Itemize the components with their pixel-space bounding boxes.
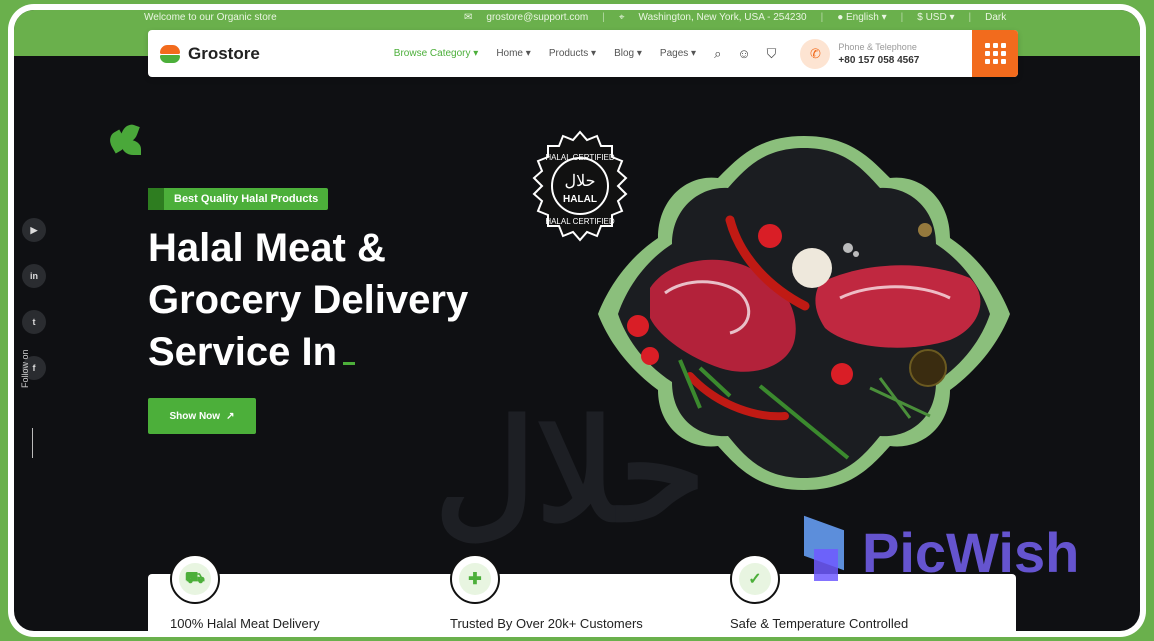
halal-certified-seal: HALAL CERTIFIED حلال HALAL HALAL CERTIFI… (532, 130, 628, 242)
meat-icon: ⛟ (170, 554, 220, 604)
address-text: Washington, New York, USA - 254230 (638, 12, 807, 23)
quality-badge: Best Quality Halal Products (148, 188, 329, 210)
phone-contact[interactable]: ✆ Phone & Telephone +80 157 058 4567 (800, 38, 919, 69)
parsley-leaf-icon (106, 122, 146, 160)
follow-on-label: Follow on (20, 349, 30, 388)
halal-meat-image (598, 136, 1010, 490)
seal-arabic: حلال (564, 171, 595, 190)
email-icon: ✉ (464, 12, 473, 23)
dark-mode-toggle[interactable]: Dark (985, 12, 1006, 23)
headline-line-2: Grocery Delivery (148, 278, 469, 322)
feature-label: Safe & Temperature Controlled (730, 616, 909, 631)
headline-line-3: Service In (148, 326, 568, 378)
feature-label: 100% Halal Meat Delivery (170, 616, 320, 631)
divider: | (968, 12, 972, 23)
picwish-logo-icon (804, 523, 852, 583)
nav-icons: ⌕ ☺ ⛉ (714, 46, 776, 62)
logo[interactable]: Grostore (160, 43, 260, 65)
arrow-icon: ↗ (226, 410, 235, 422)
linkedin-icon[interactable]: in (22, 264, 46, 288)
primary-menu: Browse Category ▾ Home ▾ Products ▾ Blog… (394, 48, 696, 59)
location-icon: ⌖ (618, 12, 625, 23)
picwish-watermark: PicWish (804, 520, 1079, 585)
shop-now-button[interactable]: Show Now ↗ (148, 398, 256, 434)
flag-icon: ● (837, 12, 844, 23)
browser-frame: Welcome to our Organic store ✉ grostore@… (8, 4, 1146, 637)
brand-name: Grostore (188, 43, 260, 63)
divider: | (900, 12, 904, 23)
currency-select[interactable]: $ USD ▾ (917, 12, 954, 23)
seal-top-text: HALAL CERTIFIED (545, 153, 615, 162)
menu-home[interactable]: Home ▾ (496, 48, 531, 59)
grid-menu-button[interactable] (972, 30, 1018, 77)
follow-line (32, 428, 33, 458)
menu-products[interactable]: Products ▾ (549, 48, 596, 59)
phone-number: +80 157 058 4567 (838, 54, 920, 66)
currency-label: $ USD (917, 12, 947, 23)
search-icon[interactable]: ⌕ (714, 46, 721, 62)
user-icon[interactable]: ☺ (737, 46, 750, 62)
welcome-text: Welcome to our Organic store (144, 12, 277, 23)
youtube-icon[interactable]: ▶ (22, 218, 46, 242)
divider: | (602, 12, 605, 23)
cta-label: Show Now (169, 410, 221, 422)
phone-label: Phone & Telephone (838, 41, 917, 52)
logo-icon (160, 43, 182, 65)
page-screen: Welcome to our Organic store ✉ grostore@… (14, 10, 1140, 631)
support-email[interactable]: grostore@support.com (486, 12, 588, 23)
cart-icon[interactable]: ⛉ (767, 46, 777, 62)
shield-icon: ✓ (730, 554, 780, 604)
language-select[interactable]: ● English ▾ (837, 12, 886, 23)
hero-headline: Halal Meat & Grocery Delivery Service In (148, 222, 568, 378)
phone-text: Phone & Telephone +80 157 058 4567 (838, 40, 919, 68)
menu-browse-category[interactable]: Browse Category ▾ (394, 48, 479, 59)
language-label: English (846, 12, 879, 23)
menu-blog[interactable]: Blog ▾ (614, 48, 642, 59)
seal-bottom-text: HALAL CERTIFIED (545, 217, 615, 226)
seal-mid-text: HALAL (563, 194, 597, 205)
main-navbar: Grostore Browse Category ▾ Home ▾ Produc… (148, 30, 1018, 77)
topbar-right: ✉ grostore@support.com | ⌖ Washington, N… (464, 12, 1006, 23)
phone-icon: ✆ (800, 38, 831, 69)
feature-label: Trusted By Over 20k+ Customers (450, 616, 643, 631)
menu-pages[interactable]: Pages ▾ (660, 48, 696, 59)
divider: | (820, 12, 824, 23)
customers-icon: ✚ (450, 554, 500, 604)
headline-line-1: Halal Meat & (148, 226, 386, 270)
typing-cursor (343, 362, 356, 365)
watermark-text: PicWish (862, 521, 1080, 584)
